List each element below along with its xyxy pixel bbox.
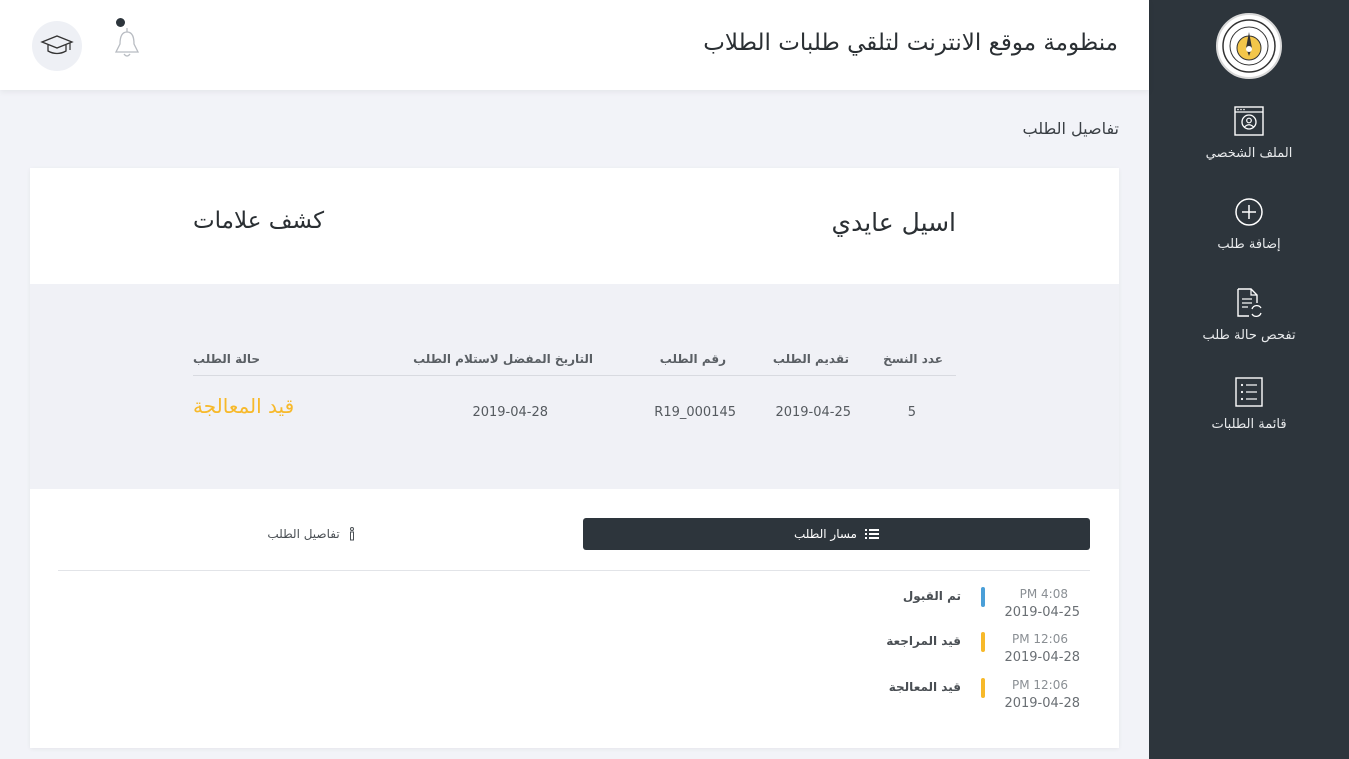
sidebar-item-label: قائمة الطلبات	[1211, 417, 1287, 432]
column-header-copies: عدد النسخ	[883, 352, 943, 366]
timeline-item: PM 4:08 2019-04-25 تم القبول	[30, 587, 1119, 627]
graduation-cap-icon	[40, 35, 74, 55]
profile-icon	[1234, 106, 1264, 136]
app-title: منظومة موقع الانترنت لتلقي طلبات الطلاب	[703, 30, 1118, 56]
bell-icon	[114, 28, 140, 57]
page-title: تفاصيل الطلب	[1022, 119, 1120, 138]
submitted-value: 2019-04-25	[775, 405, 851, 420]
sidebar-item-label: إضافة طلب	[1217, 237, 1281, 252]
top-header: منظومة موقع الانترنت لتلقي طلبات الطلاب	[0, 0, 1149, 90]
copies-value: 5	[907, 405, 916, 420]
column-header-status: حالة الطلب	[193, 352, 261, 366]
timeline-status: تم القبول	[902, 589, 961, 603]
document-refresh-icon	[1237, 288, 1262, 318]
sidebar-item-add-request[interactable]: إضافة طلب	[1149, 195, 1349, 252]
university-logo	[1216, 13, 1282, 79]
tab-request-track[interactable]: مسار الطلب	[583, 518, 1090, 550]
list-icon	[1235, 377, 1263, 407]
notification-dot	[116, 18, 125, 27]
sidebar-item-label: الملف الشخصي	[1205, 146, 1293, 161]
timeline-status: قيد المراجعة	[886, 634, 961, 648]
request-summary: عدد النسخ تقديم الطلب رقم الطلب التاريخ …	[30, 284, 1119, 489]
request-type: كشف علامات	[193, 208, 325, 234]
timeline-item: PM 12:06 2019-04-28 قيد المراجعة	[30, 632, 1119, 672]
timeline-time: PM 12:06	[1012, 632, 1068, 646]
add-circle-icon	[1235, 198, 1263, 226]
tab-label: تفاصيل الطلب	[267, 527, 340, 541]
request-details-card: اسيل عايدي كشف علامات عدد النسخ تقديم ال…	[30, 168, 1119, 748]
timeline-date: 2019-04-28	[1004, 650, 1080, 665]
sidebar-item-label: تفحص حالة طلب	[1202, 328, 1296, 343]
timeline-item: PM 12:06 2019-04-28 قيد المعالجة	[30, 678, 1119, 718]
notifications-button[interactable]	[110, 18, 144, 60]
status-value: قيد المعالجة	[193, 394, 295, 418]
column-header-number: رقم الطلب	[659, 352, 726, 366]
sidebar-item-profile[interactable]: الملف الشخصي	[1149, 104, 1349, 161]
info-icon	[349, 527, 354, 541]
list-icon	[865, 529, 879, 539]
seal-icon	[1222, 19, 1276, 73]
tabs-divider	[58, 570, 1090, 571]
timeline-time: PM 12:06	[1012, 678, 1068, 692]
timeline-status-marker	[981, 632, 985, 652]
timeline-date: 2019-04-28	[1004, 696, 1080, 711]
student-name: اسيل عايدي	[831, 208, 957, 237]
tab-request-details[interactable]: تفاصيل الطلب	[58, 518, 565, 550]
sidebar: الملف الشخصي إضافة طلب تفحص حالة طلب قائ…	[1149, 0, 1349, 759]
timeline-date: 2019-04-25	[1004, 605, 1080, 620]
header-divider	[193, 375, 956, 376]
sidebar-item-check-status[interactable]: تفحص حالة طلب	[1149, 286, 1349, 343]
graduation-cap-button[interactable]	[32, 21, 82, 71]
timeline-status: قيد المعالجة	[888, 680, 961, 694]
column-header-preferred-date: التاريخ المفضل لاستلام الطلب	[413, 352, 593, 366]
request-number-value: R19_000145	[654, 405, 736, 420]
column-header-submitted: تقديم الطلب	[772, 352, 849, 366]
timeline-time: PM 4:08	[1019, 587, 1068, 601]
timeline-status-marker	[981, 587, 985, 607]
sidebar-item-requests-list[interactable]: قائمة الطلبات	[1149, 375, 1349, 432]
timeline-status-marker	[981, 678, 985, 698]
preferred-date-value: 2019-04-28	[472, 405, 548, 420]
tab-label: مسار الطلب	[794, 527, 857, 541]
